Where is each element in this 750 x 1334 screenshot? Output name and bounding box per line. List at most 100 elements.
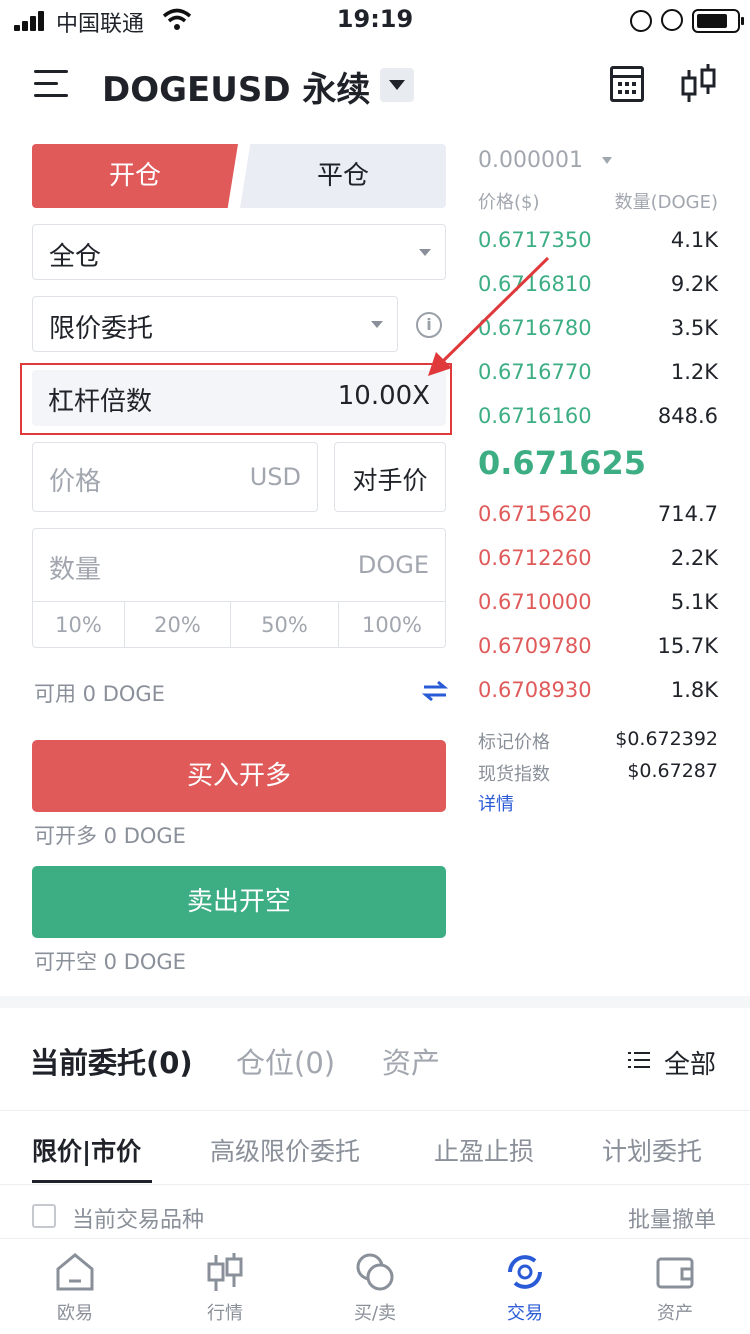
counterparty-price-button[interactable]: 对手价 xyxy=(334,442,446,512)
list-icon[interactable] xyxy=(628,1052,650,1070)
bid-row[interactable]: 0.6715620 714.7 xyxy=(478,502,718,532)
ask-row[interactable]: 0.6716780 3.5K xyxy=(478,316,718,346)
bid-price: 0.6708930 xyxy=(478,678,592,702)
bid-price: 0.6712260 xyxy=(478,546,592,570)
home-icon xyxy=(56,1253,94,1291)
price-input[interactable]: 价格 USD xyxy=(32,442,318,512)
percent-20-button[interactable]: 20% xyxy=(125,602,231,648)
candlestick-chart-icon[interactable] xyxy=(680,62,718,106)
tab-close-position[interactable]: 平仓 xyxy=(240,144,446,208)
status-bar: 中国联通 19:19 xyxy=(0,0,750,42)
ask-row[interactable]: 0.6716810 9.2K xyxy=(478,272,718,302)
bid-qty: 15.7K xyxy=(657,634,718,658)
transfer-icon[interactable] xyxy=(422,678,448,704)
quantity-unit: DOGE xyxy=(357,551,429,579)
margin-mode-value: 全仓 xyxy=(49,242,102,272)
current-symbol-label: 当前交易品种 xyxy=(72,1208,205,1233)
subtab-trigger-orders[interactable]: 计划委托 xyxy=(602,1132,702,1168)
tab-positions[interactable]: 仓位(0) xyxy=(236,1040,335,1082)
bid-row[interactable]: 0.6712260 2.2K xyxy=(478,546,718,576)
nav-markets-label: 行情 xyxy=(207,1303,243,1324)
available-balance: 可用 0 DOGE xyxy=(34,682,165,706)
rotation-lock-icon xyxy=(630,10,652,32)
sell-short-button[interactable]: 卖出开空 xyxy=(32,866,446,938)
price-placeholder: 价格 xyxy=(49,467,102,497)
order-type-select[interactable]: 限价委托 xyxy=(32,296,398,352)
bottom-nav: 欧易 行情 买/卖 交易 资产 xyxy=(0,1238,750,1334)
leverage-value: 10.00X xyxy=(337,381,430,411)
page-title[interactable]: DOGEUSD 永续 xyxy=(102,62,370,111)
ask-qty: 9.2K xyxy=(670,272,718,296)
can-open-short: 可开空 0 DOGE xyxy=(34,950,186,974)
nav-assets[interactable]: 资产 xyxy=(600,1239,750,1334)
candlestick-icon xyxy=(207,1253,243,1291)
calculator-icon[interactable] xyxy=(610,66,644,102)
mark-price-value: $0.672392 xyxy=(615,728,718,750)
percent-selector: 10% 20% 50% 100% xyxy=(33,601,445,648)
tab-open-position[interactable]: 开仓 xyxy=(32,144,238,208)
batch-cancel-button[interactable]: 批量撤单 xyxy=(628,1202,716,1234)
can-open-long: 可开多 0 DOGE xyxy=(34,824,186,848)
filter-all[interactable]: 全部 xyxy=(664,1044,716,1081)
ask-price: 0.6716160 xyxy=(478,404,592,428)
bid-qty: 5.1K xyxy=(670,590,718,614)
section-divider xyxy=(0,996,750,1008)
nav-home[interactable]: 欧易 xyxy=(0,1239,150,1334)
bid-row[interactable]: 0.6710000 5.1K xyxy=(478,590,718,620)
battery-icon xyxy=(692,9,744,33)
menu-icon[interactable] xyxy=(34,68,70,100)
nav-trade[interactable]: 交易 xyxy=(450,1239,600,1334)
spot-index-value: $0.67287 xyxy=(627,760,718,782)
percent-10-button[interactable]: 10% xyxy=(33,602,125,648)
ask-qty: 4.1K xyxy=(670,228,718,252)
subtab-limit-market[interactable]: 限价|市价 xyxy=(32,1132,141,1168)
bid-row[interactable]: 0.6709780 15.7K xyxy=(478,634,718,664)
nav-trade-label: 交易 xyxy=(507,1303,543,1324)
nav-buy-sell[interactable]: 买/卖 xyxy=(300,1239,450,1334)
ask-row[interactable]: 0.6717350 4.1K xyxy=(478,228,718,258)
bid-qty: 1.8K xyxy=(670,678,718,702)
orderbook-price-header: 价格($) xyxy=(478,192,540,213)
tab-current-orders[interactable]: 当前委托(0) xyxy=(30,1040,193,1082)
mark-price-label: 标记价格 xyxy=(478,732,550,753)
ask-qty: 848.6 xyxy=(657,404,718,428)
wallet-icon xyxy=(656,1257,694,1289)
percent-50-button[interactable]: 50% xyxy=(231,602,339,648)
active-tab-indicator xyxy=(32,1180,152,1183)
bid-price: 0.6715620 xyxy=(478,502,592,526)
subtab-advanced-limit[interactable]: 高级限价委托 xyxy=(210,1132,360,1168)
caret-down-icon[interactable] xyxy=(602,157,612,164)
spot-index-label: 现货指数 xyxy=(478,764,550,785)
buy-long-button[interactable]: 买入开多 xyxy=(32,740,446,812)
trade-icon xyxy=(508,1255,542,1289)
percent-100-button[interactable]: 100% xyxy=(339,602,445,648)
bid-qty: 2.2K xyxy=(670,546,718,570)
ask-price: 0.6716810 xyxy=(478,272,592,296)
alarm-icon xyxy=(661,9,683,31)
quantity-input[interactable]: 数量 DOGE 10% 20% 50% 100% xyxy=(32,528,446,648)
tab-assets[interactable]: 资产 xyxy=(382,1040,440,1082)
margin-mode-select[interactable]: 全仓 xyxy=(32,224,446,280)
current-symbol-checkbox[interactable] xyxy=(32,1204,56,1228)
divider xyxy=(0,1184,750,1185)
last-price[interactable]: 0.671625 xyxy=(478,444,646,482)
bid-row[interactable]: 0.6708930 1.8K xyxy=(478,678,718,708)
details-link[interactable]: 详情 xyxy=(478,790,514,816)
ask-row[interactable]: 0.6716770 1.2K xyxy=(478,360,718,390)
bid-price: 0.6710000 xyxy=(478,590,592,614)
chevron-down-icon[interactable] xyxy=(380,68,414,102)
ask-row[interactable]: 0.6716160 848.6 xyxy=(478,404,718,434)
nav-home-label: 欧易 xyxy=(57,1303,93,1324)
ask-price: 0.6716780 xyxy=(478,316,592,340)
divider xyxy=(0,1110,750,1111)
info-icon[interactable]: i xyxy=(416,312,442,338)
ask-qty: 3.5K xyxy=(670,316,718,340)
nav-markets[interactable]: 行情 xyxy=(150,1239,300,1334)
leverage-label: 杠杆倍数 xyxy=(48,387,153,417)
subtab-tp-sl[interactable]: 止盈止损 xyxy=(434,1132,534,1168)
ask-qty: 1.2K xyxy=(670,360,718,384)
price-unit: USD xyxy=(249,463,301,491)
precision-select[interactable]: 0.000001 xyxy=(478,148,583,173)
leverage-selector[interactable]: 杠杆倍数 10.00X xyxy=(32,370,446,426)
open-close-toggle: 开仓 平仓 xyxy=(32,144,446,208)
